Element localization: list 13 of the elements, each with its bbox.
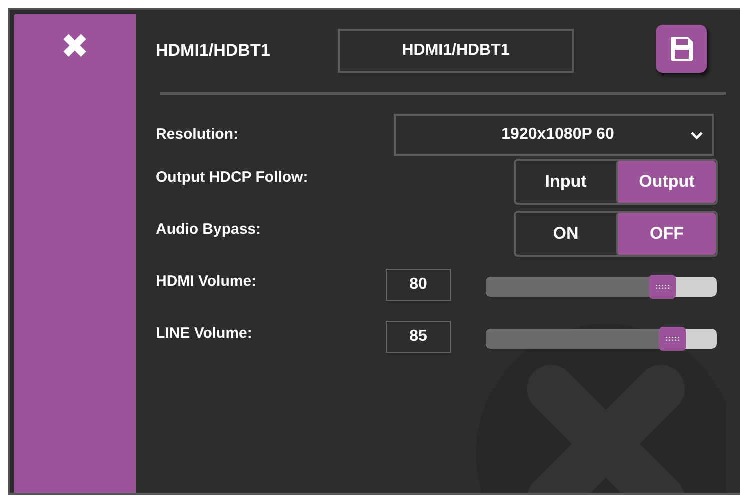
close-button[interactable]: ✖ xyxy=(60,30,90,64)
setting-label: LINE Volume: xyxy=(156,324,254,342)
toggle-option[interactable]: Output xyxy=(616,161,716,203)
setting-label: Output HDCP Follow: xyxy=(156,168,310,186)
setting-label: HDMI Volume: xyxy=(156,272,258,290)
name-input-field[interactable]: HDMI1/HDBT1 xyxy=(338,29,574,73)
toggle-option[interactable]: OFF xyxy=(616,213,716,255)
setting-label: Audio Bypass: xyxy=(156,220,262,238)
setting-label: Resolution: xyxy=(156,125,240,143)
channel-title: HDMI1/HDBT1 xyxy=(156,41,272,61)
resolution-dropdown[interactable]: 1920x1080P 60 xyxy=(394,114,714,156)
volume-input-field[interactable]: 85 xyxy=(386,321,451,353)
volume-input-field[interactable]: 80 xyxy=(386,269,451,301)
